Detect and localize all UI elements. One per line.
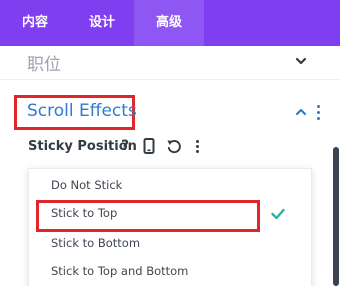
- tab-bar: 内容 设计 高级: [0, 0, 340, 46]
- tab-content[interactable]: 内容: [0, 0, 70, 46]
- option-stick-to-top-and-bottom[interactable]: Stick to Top and Bottom: [29, 259, 313, 286]
- undo-icon[interactable]: [166, 138, 181, 154]
- chevron-up-icon[interactable]: [293, 104, 309, 120]
- scroll-effects-header[interactable]: Scroll Effects: [14, 95, 137, 130]
- selected-option-highlight: [36, 200, 260, 232]
- check-icon: [271, 208, 285, 220]
- chevron-down-icon[interactable]: [293, 53, 309, 69]
- section-menu-icon[interactable]: [316, 105, 322, 121]
- option-label: Do Not Stick: [51, 178, 123, 192]
- scroll-effects-title: Scroll Effects: [27, 101, 137, 121]
- option-label: Stick to Bottom: [51, 236, 141, 250]
- tab-design[interactable]: 设计: [70, 0, 134, 46]
- more-icon[interactable]: [195, 140, 201, 154]
- option-do-not-stick[interactable]: Do Not Stick: [29, 173, 313, 201]
- option-label: Stick to Top and Bottom: [51, 264, 189, 278]
- section-position[interactable]: 职位: [0, 46, 340, 80]
- option-stick-to-bottom[interactable]: Stick to Bottom: [29, 231, 313, 259]
- phone-icon[interactable]: [143, 138, 155, 154]
- tab-advanced[interactable]: 高级: [134, 0, 204, 46]
- help-icon[interactable]: ?: [117, 137, 133, 155]
- section-title: 职位: [27, 55, 61, 75]
- scrollbar[interactable]: [333, 147, 339, 286]
